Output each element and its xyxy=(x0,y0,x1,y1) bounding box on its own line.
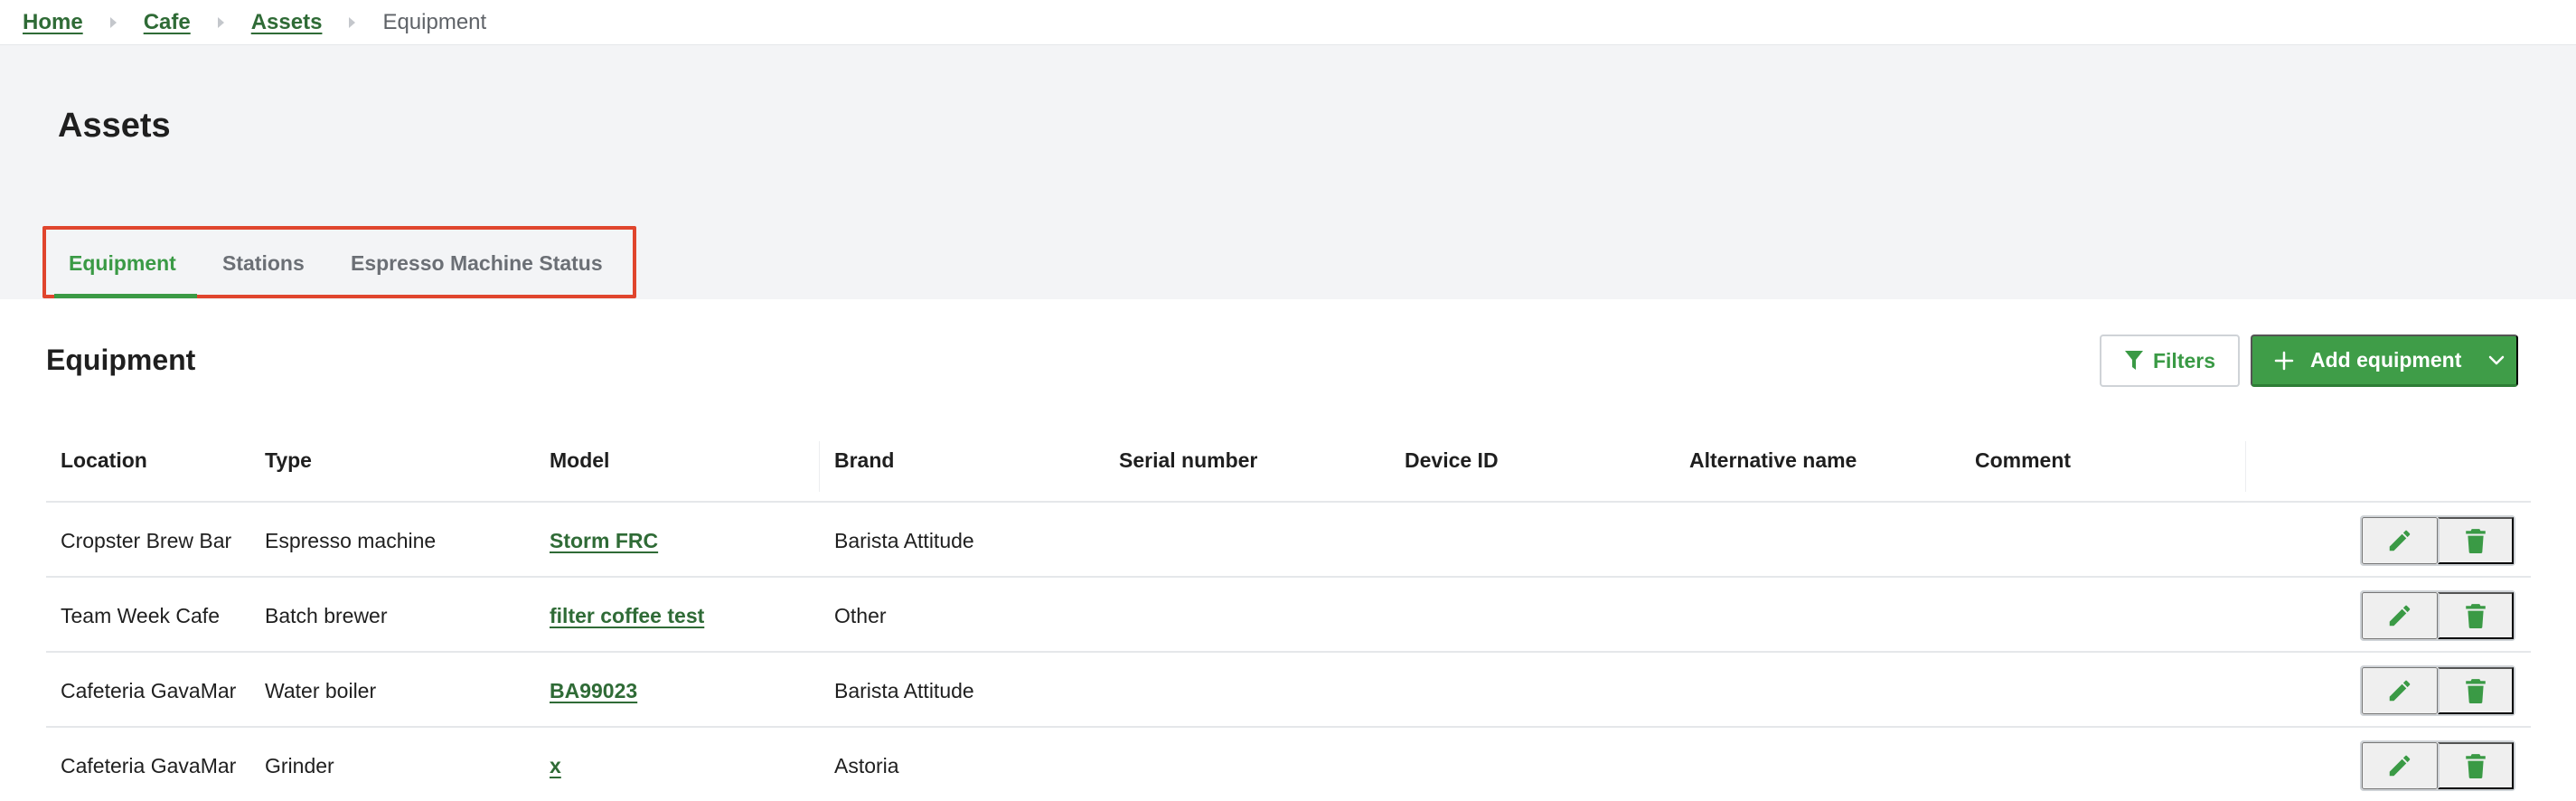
pencil-icon xyxy=(2389,755,2411,777)
add-equipment-label: Add equipment xyxy=(2310,348,2462,372)
chevron-down-icon[interactable] xyxy=(2488,355,2505,366)
cell-model-link[interactable]: Storm FRC xyxy=(550,529,658,553)
delete-button[interactable] xyxy=(2438,517,2514,564)
column-header-model[interactable]: Model xyxy=(550,448,609,473)
breadcrumb-separator-icon xyxy=(349,16,356,28)
breadcrumb-separator-icon xyxy=(109,16,117,28)
cell-brand: Barista Attitude xyxy=(834,679,974,702)
plus-icon xyxy=(2274,351,2294,370)
table-row: Cafeteria GavaMar Grinder x Astoria xyxy=(46,728,2531,801)
column-divider xyxy=(819,441,820,492)
active-tab-indicator xyxy=(54,294,197,298)
cell-location: Team Week Cafe xyxy=(61,604,220,627)
filter-icon xyxy=(2124,351,2143,370)
edit-button[interactable] xyxy=(2362,667,2438,714)
column-header-alternative-name[interactable]: Alternative name xyxy=(1689,448,1857,473)
cell-location: Cafeteria GavaMar xyxy=(61,754,237,777)
trash-icon xyxy=(2466,754,2486,778)
table-row: Team Week Cafe Batch brewer filter coffe… xyxy=(46,578,2531,653)
delete-button[interactable] xyxy=(2438,742,2514,789)
column-header-brand[interactable]: Brand xyxy=(834,448,894,473)
row-actions xyxy=(2360,740,2515,791)
section-title: Equipment xyxy=(46,344,196,376)
delete-button[interactable] xyxy=(2438,667,2514,714)
breadcrumb-cafe-link[interactable]: Cafe xyxy=(144,10,191,35)
tab-espresso-machine-status[interactable]: Espresso Machine Status xyxy=(351,251,603,276)
trash-icon xyxy=(2466,679,2486,703)
cell-model-link[interactable]: BA99023 xyxy=(550,679,637,703)
row-actions xyxy=(2360,515,2515,566)
cell-brand: Other xyxy=(834,604,887,627)
pencil-icon xyxy=(2389,605,2411,627)
cell-location: Cropster Brew Bar xyxy=(61,529,232,552)
breadcrumb-home-link[interactable]: Home xyxy=(23,10,83,35)
page-title: Assets xyxy=(58,107,171,145)
equipment-table: Location Type Model Brand Serial number … xyxy=(46,427,2531,801)
edit-button[interactable] xyxy=(2362,742,2438,789)
row-actions xyxy=(2360,665,2515,716)
tab-equipment[interactable]: Equipment xyxy=(69,251,176,276)
cell-type: Espresso machine xyxy=(265,529,437,552)
filters-button[interactable]: Filters xyxy=(2100,335,2240,387)
filters-button-label: Filters xyxy=(2152,348,2216,372)
breadcrumb-assets-link[interactable]: Assets xyxy=(251,10,323,35)
add-equipment-button[interactable]: Add equipment xyxy=(2251,335,2518,387)
cell-location: Cafeteria GavaMar xyxy=(61,679,237,702)
breadcrumb-separator-icon xyxy=(217,16,224,28)
cell-model-link[interactable]: filter coffee test xyxy=(550,604,704,628)
column-divider xyxy=(2245,441,2246,492)
row-actions xyxy=(2360,590,2515,641)
cell-brand: Astoria xyxy=(834,754,899,777)
edit-button[interactable] xyxy=(2362,517,2438,564)
table-row: Cropster Brew Bar Espresso machine Storm… xyxy=(46,503,2531,578)
breadcrumb-current: Equipment xyxy=(382,9,487,34)
column-header-comment[interactable]: Comment xyxy=(1975,448,2071,473)
column-header-serial-number[interactable]: Serial number xyxy=(1119,448,1257,473)
column-header-location[interactable]: Location xyxy=(61,448,147,473)
table-row: Cafeteria GavaMar Water boiler BA99023 B… xyxy=(46,653,2531,728)
cell-model-link[interactable]: x xyxy=(550,754,561,778)
edit-button[interactable] xyxy=(2362,592,2438,639)
table-header: Location Type Model Brand Serial number … xyxy=(46,427,2531,503)
pencil-icon xyxy=(2389,680,2411,702)
breadcrumb: Home Cafe Assets Equipment xyxy=(0,0,2576,45)
cell-type: Water boiler xyxy=(265,679,377,702)
column-header-device-id[interactable]: Device ID xyxy=(1405,448,1499,473)
delete-button[interactable] xyxy=(2438,592,2514,639)
cell-brand: Barista Attitude xyxy=(834,529,974,552)
trash-icon xyxy=(2466,604,2486,628)
cell-type: Batch brewer xyxy=(265,604,388,627)
trash-icon xyxy=(2466,529,2486,553)
cell-type: Grinder xyxy=(265,754,334,777)
pencil-icon xyxy=(2389,530,2411,551)
tab-stations[interactable]: Stations xyxy=(222,251,305,276)
column-header-type[interactable]: Type xyxy=(265,448,312,473)
